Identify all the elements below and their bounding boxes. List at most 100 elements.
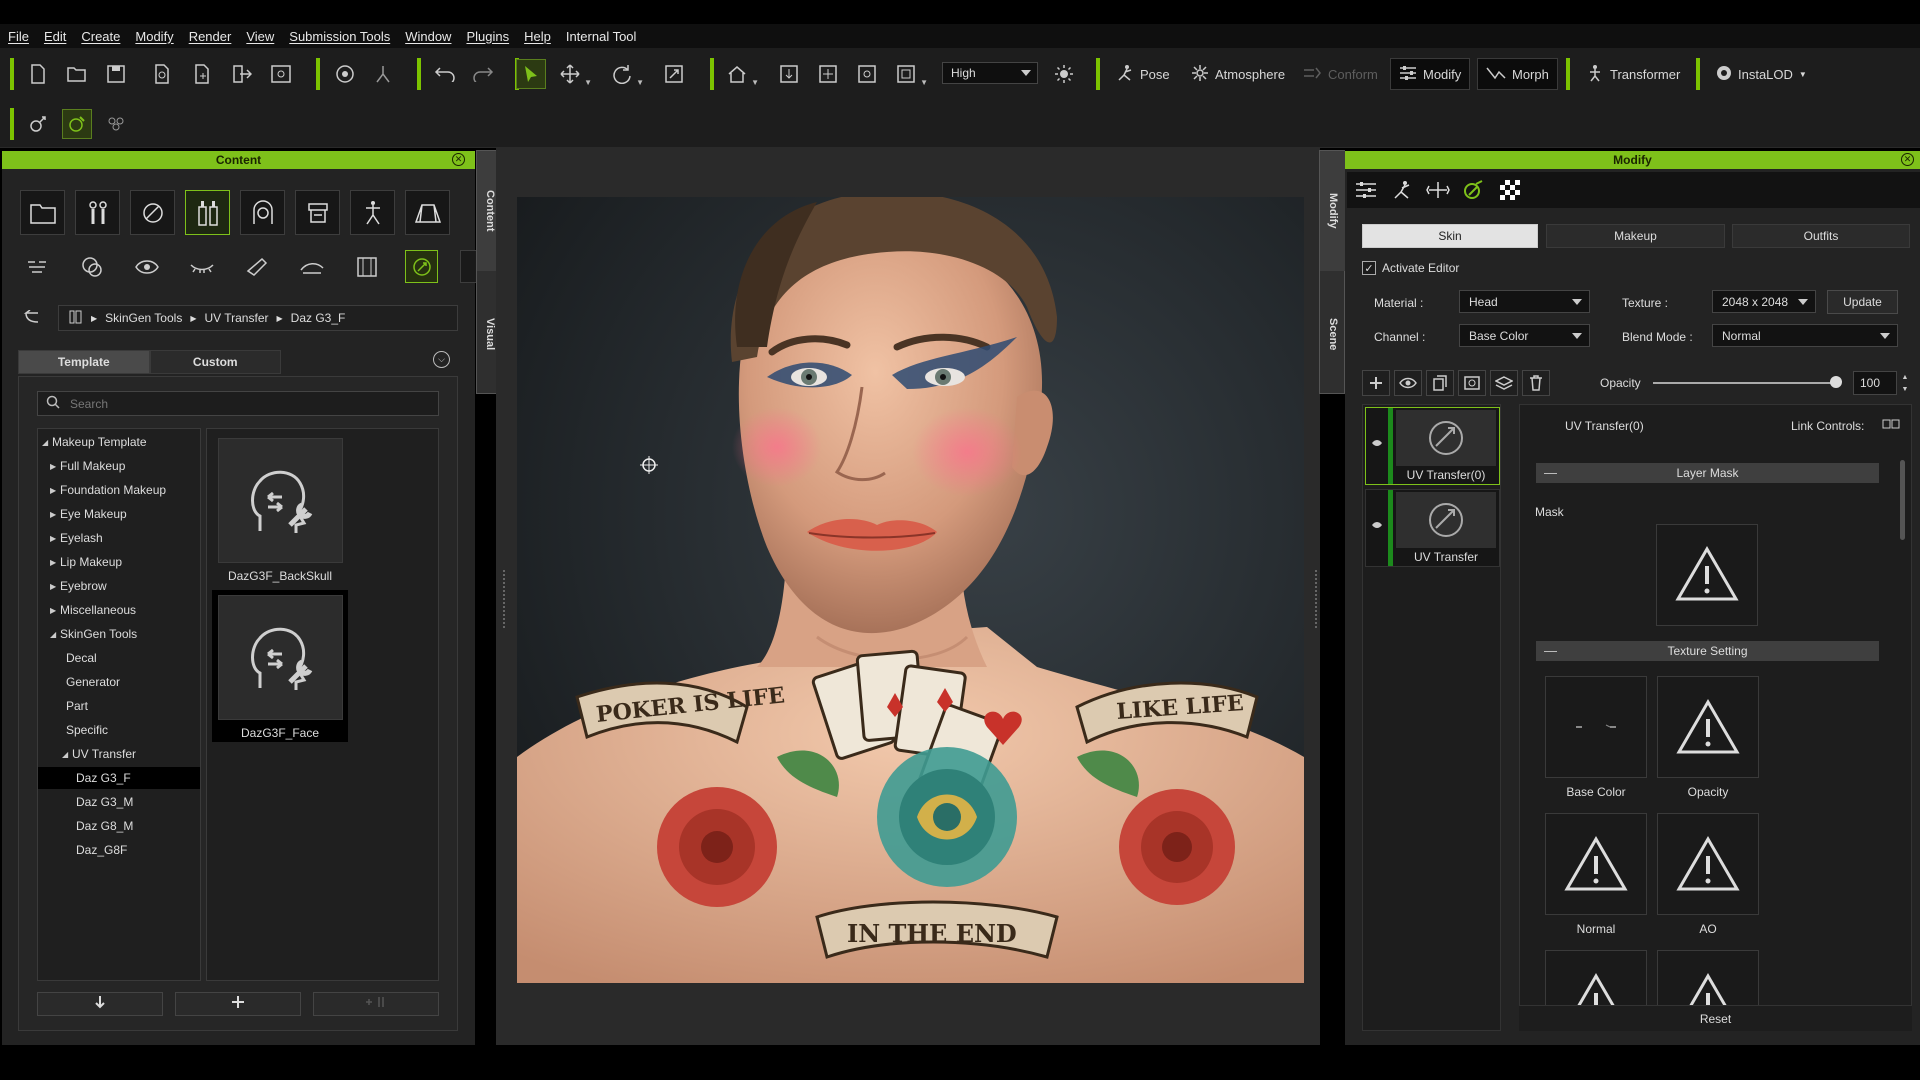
- scene-icon[interactable]: [405, 190, 450, 235]
- character-tool-icon[interactable]: [368, 59, 398, 89]
- menu-modify[interactable]: Modify: [135, 29, 173, 44]
- tree-item[interactable]: Daz G3_F: [38, 767, 200, 789]
- eye-icon[interactable]: [1371, 520, 1383, 532]
- merge-icon[interactable]: [187, 59, 217, 89]
- avatar-icon[interactable]: [75, 190, 120, 235]
- pivot-icon[interactable]: [1423, 176, 1453, 204]
- foundation-icon[interactable]: [75, 250, 108, 283]
- pose-button[interactable]: Pose: [1108, 58, 1178, 90]
- morph-button[interactable]: Morph: [1477, 58, 1558, 90]
- breadcrumb-item[interactable]: UV Transfer: [204, 311, 268, 325]
- tab-makeup[interactable]: Makeup: [1546, 224, 1725, 248]
- add-button[interactable]: [175, 992, 301, 1016]
- instalod-button[interactable]: InstaLOD ▼: [1708, 58, 1815, 90]
- menu-create[interactable]: Create: [81, 29, 120, 44]
- tree-item[interactable]: Part: [38, 695, 200, 717]
- collapse-minus-icon[interactable]: —: [1544, 643, 1557, 658]
- template-item[interactable]: DazG3F_BackSkull: [212, 433, 348, 585]
- tree-item[interactable]: ▶ Full Makeup: [38, 455, 200, 477]
- search-input[interactable]: Search: [37, 391, 439, 416]
- add-custom-button[interactable]: [313, 992, 439, 1016]
- save-icon[interactable]: [101, 59, 131, 89]
- opacity-spinner[interactable]: ▲ ▼: [1898, 371, 1912, 395]
- checker-icon[interactable]: [1495, 176, 1525, 204]
- side-tab-modify[interactable]: Modify: [1320, 151, 1346, 271]
- activate-editor-checkbox[interactable]: ✓ Activate Editor: [1362, 261, 1459, 275]
- texture-slot-partial[interactable]: [1545, 950, 1647, 1005]
- opacity-slider-handle[interactable]: [1830, 376, 1842, 388]
- export-icon[interactable]: [227, 59, 257, 89]
- reset-button[interactable]: Reset: [1519, 1005, 1912, 1031]
- apply-button[interactable]: [37, 992, 163, 1016]
- miscellaneous-icon[interactable]: [350, 250, 383, 283]
- skingen-tools-icon[interactable]: [405, 250, 438, 283]
- menu-internal-tool[interactable]: Internal Tool: [566, 29, 637, 44]
- duplicate-layer-icon[interactable]: [1426, 370, 1454, 396]
- texture-slot-base-color[interactable]: Base Color: [1545, 676, 1647, 799]
- texture-slot-normal[interactable]: Normal: [1545, 813, 1647, 936]
- motion-icon[interactable]: [350, 190, 395, 235]
- new-file-icon[interactable]: [23, 59, 53, 89]
- headshot-icon[interactable]: [101, 109, 131, 139]
- menu-submission-tools[interactable]: Submission Tools: [289, 29, 390, 44]
- character-render[interactable]: POKER IS LIFE LIKE LIFE IN THE END: [517, 197, 1304, 983]
- opacity-slider[interactable]: [1653, 382, 1836, 384]
- layer-mask-section[interactable]: — Layer Mask: [1536, 463, 1879, 483]
- detail-scrollbar[interactable]: [1900, 460, 1905, 540]
- mask-texture-slot[interactable]: [1656, 524, 1758, 626]
- tree-item[interactable]: ▶ Eye Makeup: [38, 503, 200, 525]
- menu-render[interactable]: Render: [189, 29, 232, 44]
- menu-help[interactable]: Help: [524, 29, 551, 44]
- undo-icon[interactable]: [430, 59, 460, 89]
- home-camera-icon[interactable]: ▼: [722, 59, 759, 89]
- tree-item[interactable]: ◢ SkinGen Tools: [38, 623, 200, 645]
- hair-icon[interactable]: [240, 190, 285, 235]
- breadcrumb-item[interactable]: Daz G3_F: [291, 311, 346, 325]
- tree-item[interactable]: ▶ Eyelash: [38, 527, 200, 549]
- close-icon[interactable]: ✕: [1901, 153, 1914, 166]
- menu-plugins[interactable]: Plugins: [466, 29, 509, 44]
- face-key-icon[interactable]: [23, 109, 53, 139]
- blend-mode-select[interactable]: Normal: [1712, 324, 1898, 347]
- rotate-icon[interactable]: ▼: [607, 59, 644, 89]
- collapse-icon[interactable]: ⌵: [433, 351, 450, 368]
- face-icon[interactable]: [20, 250, 53, 283]
- close-icon[interactable]: ✕: [452, 153, 465, 166]
- transformer-button[interactable]: Transformer: [1578, 58, 1688, 90]
- tree-item[interactable]: Daz G8_M: [38, 815, 200, 837]
- iclone-icon[interactable]: [330, 59, 360, 89]
- skin-makeup-icon[interactable]: [185, 190, 230, 235]
- texture-slot-opacity[interactable]: Opacity: [1657, 676, 1759, 799]
- texture-setting-section[interactable]: — Texture Setting: [1536, 641, 1879, 661]
- tab-outfits[interactable]: Outfits: [1732, 224, 1910, 248]
- tree-item[interactable]: Specific: [38, 719, 200, 741]
- collapse-minus-icon[interactable]: —: [1544, 465, 1557, 480]
- tree-item[interactable]: Daz_G8F: [38, 839, 200, 861]
- select-arrow-icon[interactable]: [516, 59, 546, 89]
- texture-slot-ao[interactable]: AO: [1657, 813, 1759, 936]
- conform-button[interactable]: Conform: [1294, 58, 1386, 90]
- light-icon[interactable]: [1049, 59, 1079, 89]
- tab-custom[interactable]: Custom: [149, 350, 281, 374]
- redo-icon[interactable]: [468, 59, 498, 89]
- menu-view[interactable]: View: [246, 29, 274, 44]
- tab-skin[interactable]: Skin: [1362, 224, 1538, 248]
- layer-mask-icon[interactable]: [1458, 370, 1486, 396]
- frame-selected-icon[interactable]: [813, 59, 843, 89]
- library-icon[interactable]: [69, 310, 83, 327]
- move-icon[interactable]: ▼: [555, 59, 592, 89]
- skingen-icon[interactable]: [62, 109, 92, 139]
- import-icon[interactable]: [147, 59, 177, 89]
- side-tab-scene[interactable]: Scene: [1320, 275, 1346, 393]
- visibility-eye-icon[interactable]: [1394, 370, 1422, 396]
- tree-item[interactable]: ▶ Eyebrow: [38, 575, 200, 597]
- skingen-icon[interactable]: [1459, 176, 1489, 204]
- tree-item[interactable]: ◢ Makeup Template: [38, 431, 200, 453]
- viewport-resize-handle[interactable]: [503, 570, 505, 628]
- tree-item[interactable]: ▶ Miscellaneous: [38, 599, 200, 621]
- menu-edit[interactable]: Edit: [44, 29, 66, 44]
- accessory-icon[interactable]: [295, 190, 340, 235]
- delete-layer-icon[interactable]: [1522, 370, 1550, 396]
- layer-item[interactable]: UV Transfer(0): [1365, 407, 1500, 485]
- tree-item[interactable]: ◢ UV Transfer: [38, 743, 200, 765]
